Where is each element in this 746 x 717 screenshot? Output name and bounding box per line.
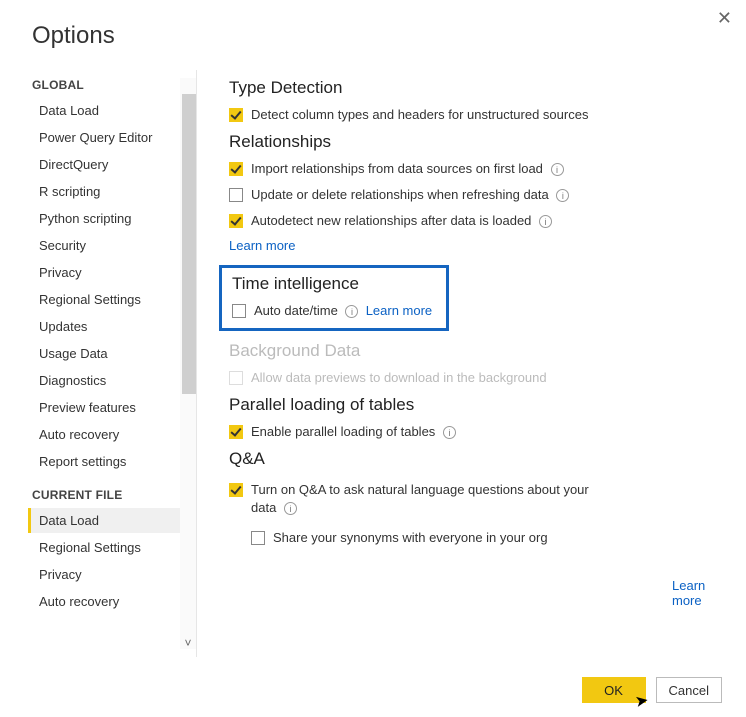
label-auto-date-time: Auto date/time i Learn more <box>254 302 432 320</box>
info-icon[interactable]: i <box>556 189 569 202</box>
sidebar-item-directquery[interactable]: DirectQuery <box>28 152 196 177</box>
checkbox-qna-share-synonyms[interactable] <box>251 531 265 545</box>
info-icon[interactable]: i <box>539 215 552 228</box>
sidebar-item-updates[interactable]: Updates <box>28 314 196 339</box>
info-icon[interactable]: i <box>345 305 358 318</box>
label-import-relationships: Import relationships from data sources o… <box>251 160 564 178</box>
label-autodetect-relationships: Autodetect new relationships after data … <box>251 212 552 230</box>
sidebar-item-r-scripting[interactable]: R scripting <box>28 179 196 204</box>
sidebar-item-power-query-editor[interactable]: Power Query Editor <box>28 125 196 150</box>
sidebar-item-privacy-current[interactable]: Privacy <box>28 562 196 587</box>
label-detect-column-types: Detect column types and headers for unst… <box>251 106 588 124</box>
vertical-divider <box>196 70 197 657</box>
checkbox-qna-turn-on[interactable] <box>229 483 243 497</box>
sidebar-item-regional-settings-global[interactable]: Regional Settings <box>28 287 196 312</box>
sidebar-item-privacy-global[interactable]: Privacy <box>28 260 196 285</box>
group-time-intelligence: Time intelligence <box>232 274 436 294</box>
options-panel: Type Detection Detect column types and h… <box>207 70 746 657</box>
group-relationships: Relationships <box>229 132 718 152</box>
label-parallel-loading: Enable parallel loading of tables i <box>251 423 456 441</box>
group-qna: Q&A <box>229 449 718 469</box>
sidebar: GLOBAL Data Load Power Query Editor Dire… <box>0 70 196 657</box>
checkbox-import-relationships[interactable] <box>229 162 243 176</box>
sidebar-item-data-load-current[interactable]: Data Load <box>28 508 196 533</box>
label-qna-share-synonyms: Share your synonyms with everyone in you… <box>273 529 548 547</box>
sidebar-item-regional-settings-current[interactable]: Regional Settings <box>28 535 196 560</box>
checkbox-auto-date-time[interactable] <box>232 304 246 318</box>
checkbox-autodetect-relationships[interactable] <box>229 214 243 228</box>
cancel-button[interactable]: Cancel <box>656 677 722 703</box>
checkbox-detect-column-types[interactable] <box>229 108 243 122</box>
dialog-title: Options <box>0 0 746 50</box>
sidebar-item-auto-recovery-current[interactable]: Auto recovery <box>28 589 196 614</box>
sidebar-item-data-load-global[interactable]: Data Load <box>28 98 196 123</box>
sidebar-item-auto-recovery-global[interactable]: Auto recovery <box>28 422 196 447</box>
sidebar-item-usage-data[interactable]: Usage Data <box>28 341 196 366</box>
checkbox-background-previews <box>229 371 243 385</box>
link-relationships-learn-more[interactable]: Learn more <box>229 238 718 253</box>
sidebar-item-python-scripting[interactable]: Python scripting <box>28 206 196 231</box>
group-type-detection: Type Detection <box>229 78 718 98</box>
sidebar-item-report-settings[interactable]: Report settings <box>28 449 196 474</box>
label-update-relationships: Update or delete relationships when refr… <box>251 186 569 204</box>
sidebar-item-diagnostics[interactable]: Diagnostics <box>28 368 196 393</box>
scrollbar-thumb[interactable] <box>182 94 196 394</box>
link-time-intel-learn-more[interactable]: Learn more <box>366 303 432 318</box>
checkbox-parallel-loading[interactable] <box>229 425 243 439</box>
info-icon[interactable]: i <box>443 426 456 439</box>
sidebar-item-preview-features[interactable]: Preview features <box>28 395 196 420</box>
sidebar-section-global: GLOBAL <box>32 78 196 92</box>
label-qna-turn-on: Turn on Q&A to ask natural language ques… <box>251 481 609 517</box>
sidebar-item-security[interactable]: Security <box>28 233 196 258</box>
group-parallel-loading: Parallel loading of tables <box>229 395 718 415</box>
highlight-time-intelligence: Time intelligence Auto date/time i Learn… <box>219 265 449 331</box>
label-background-previews: Allow data previews to download in the b… <box>251 369 547 387</box>
info-icon[interactable]: i <box>551 163 564 176</box>
checkbox-update-relationships[interactable] <box>229 188 243 202</box>
scroll-down-icon[interactable]: ˅ <box>180 635 196 651</box>
close-icon[interactable]: ✕ <box>717 8 732 29</box>
info-icon[interactable]: i <box>284 502 297 515</box>
scrollbar-track[interactable] <box>180 78 196 649</box>
sidebar-section-current-file: CURRENT FILE <box>32 488 196 502</box>
link-qna-learn-more[interactable]: Learn more <box>672 578 710 608</box>
group-background-data: Background Data <box>229 341 718 361</box>
ok-button[interactable]: OK <box>582 677 646 703</box>
dialog-footer: OK Cancel <box>582 677 722 703</box>
